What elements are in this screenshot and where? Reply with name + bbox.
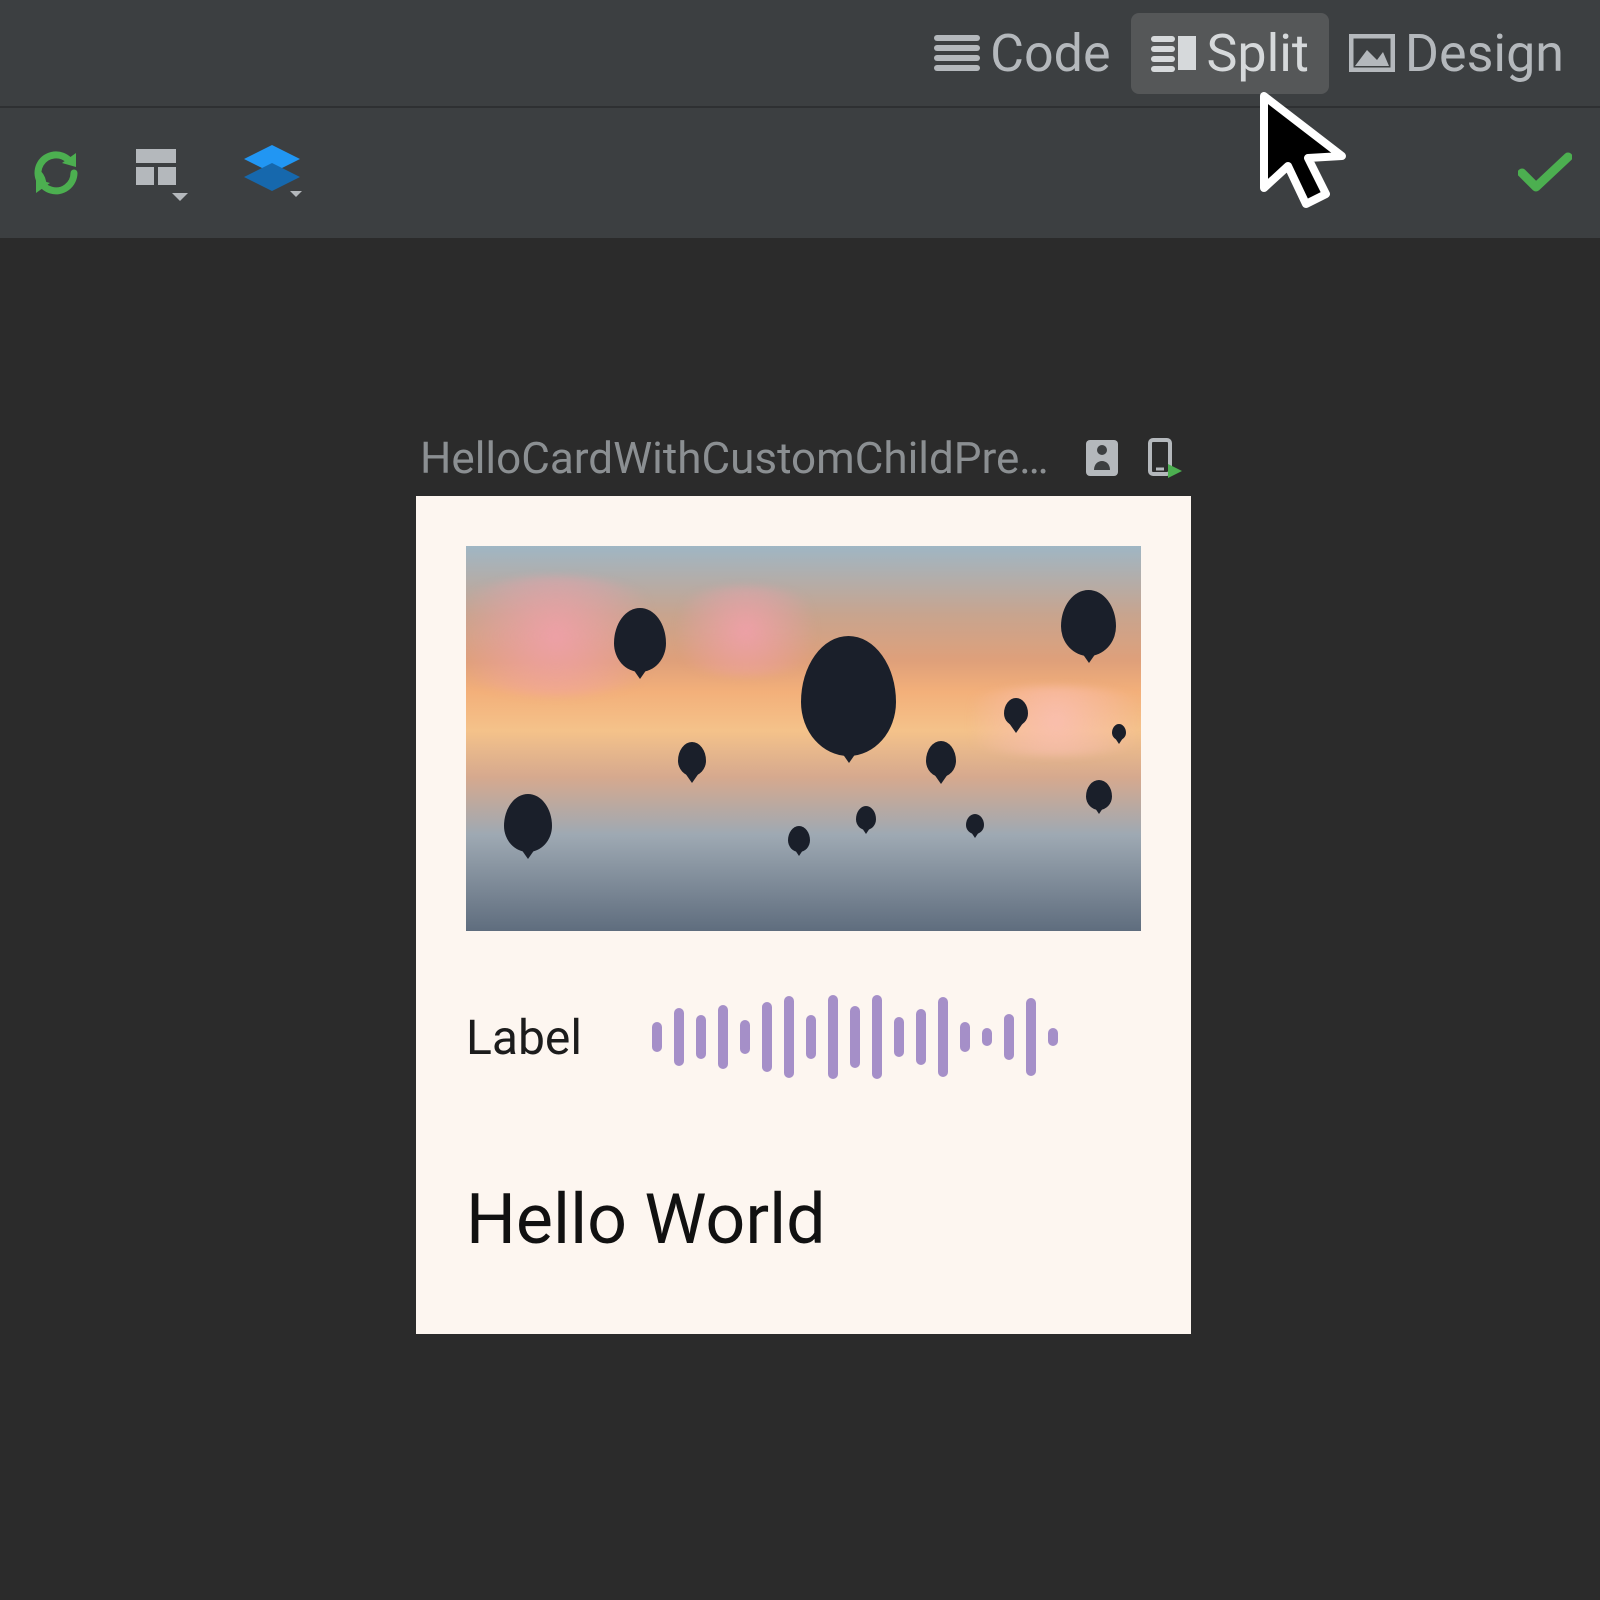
preview-title: HelloCardWithCustomChildPrev... (420, 432, 1060, 484)
image-icon (1349, 34, 1395, 72)
preview-header: HelloCardWithCustomChildPrev... (420, 432, 1182, 484)
list-icon (934, 34, 980, 72)
viewmode-tab-label: Code (990, 23, 1110, 84)
viewmode-tab-design[interactable]: Design (1329, 13, 1584, 94)
refresh-icon (28, 145, 84, 201)
waveform-bar (718, 1005, 728, 1069)
waveform (652, 995, 1058, 1079)
design-toolbar (0, 108, 1600, 238)
label-row: Label (466, 995, 1141, 1079)
viewmode-tabs: Code Split (914, 13, 1584, 94)
waveform-bar (938, 997, 948, 1077)
waveform-bar (674, 1008, 684, 1066)
viewmode-tab-label: Split (1207, 23, 1309, 84)
waveform-bar (850, 1006, 860, 1068)
waveform-bar (1004, 1014, 1014, 1060)
layers-icon (240, 143, 304, 203)
viewmode-tab-split[interactable]: Split (1131, 13, 1329, 94)
waveform-bar (740, 1020, 750, 1054)
card-greeting: Hello World (466, 1179, 1141, 1261)
viewmode-tab-code[interactable]: Code (914, 13, 1130, 94)
card-image (466, 546, 1141, 931)
check-icon (1518, 151, 1572, 195)
viewmode-bar: Code Split (0, 0, 1600, 108)
card-label: Label (466, 1009, 582, 1066)
status-ok[interactable] (1518, 151, 1572, 195)
waveform-bar (872, 995, 882, 1079)
deeplink-icon (1082, 438, 1122, 478)
split-icon (1151, 34, 1197, 72)
waveform-bar (960, 1022, 970, 1052)
waveform-bar (762, 1002, 772, 1072)
waveform-bar (1048, 1028, 1058, 1046)
surface-button[interactable] (132, 143, 192, 203)
canvas[interactable]: HelloCardWithCustomChildPrev... (0, 238, 1600, 1600)
waveform-bar (982, 1028, 992, 1046)
device-run-button[interactable] (1142, 438, 1182, 478)
waveform-bar (916, 1009, 926, 1065)
surface-icon (132, 143, 192, 203)
layers-button[interactable] (240, 143, 304, 203)
device-run-icon (1142, 438, 1182, 478)
waveform-bar (652, 1022, 662, 1052)
waveform-bar (784, 996, 794, 1078)
waveform-bar (806, 1015, 816, 1059)
refresh-button[interactable] (28, 145, 84, 201)
waveform-bar (894, 1017, 904, 1057)
waveform-bar (1026, 998, 1036, 1076)
viewmode-tab-label: Design (1405, 23, 1564, 84)
deeplink-button[interactable] (1082, 438, 1122, 478)
waveform-bar (828, 995, 838, 1079)
preview-card: Label Hello World (416, 496, 1191, 1334)
waveform-bar (696, 1015, 706, 1059)
